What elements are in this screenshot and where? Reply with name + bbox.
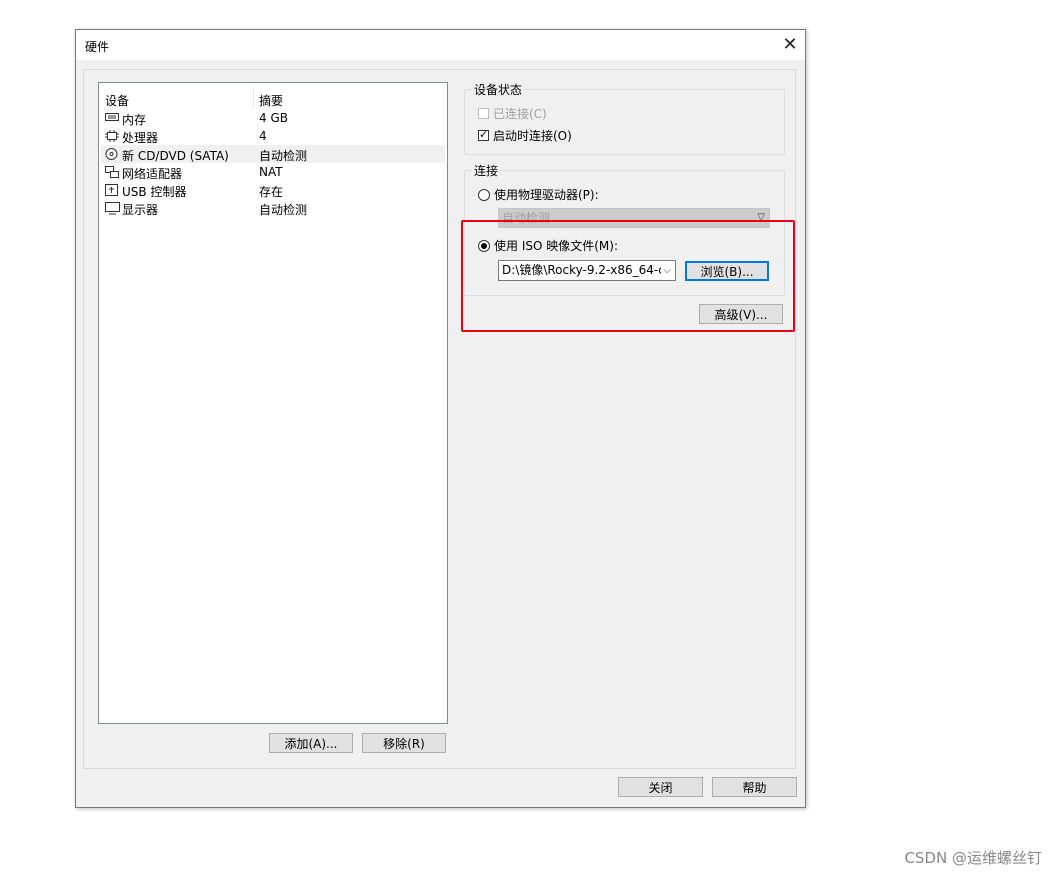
title-bar: 硬件 ✕ <box>76 30 805 60</box>
display-icon <box>105 202 120 215</box>
connected-label: 已连接(C) <box>493 107 547 121</box>
checkmark-icon: ✓ <box>479 128 489 141</box>
physical-drive-label: 使用物理驱动器(P): <box>494 188 599 202</box>
help-button-label: 帮助 <box>742 781 767 795</box>
connect-at-power-on-box[interactable]: ✓ <box>478 128 489 141</box>
connected-checkbox-box[interactable] <box>478 108 489 119</box>
processor-icon <box>105 130 119 142</box>
column-separator <box>253 87 254 107</box>
connected-checkbox[interactable]: 已连接(C) <box>478 105 547 122</box>
column-header-summary[interactable]: 摘要 <box>259 92 283 109</box>
device-summary: 自动检测 <box>259 149 308 163</box>
highlight-annotation-box <box>461 220 795 332</box>
add-button-label: 添加(A)... <box>284 737 338 751</box>
device-row-cd-dvd[interactable]: 新 CD/DVD (SATA) 自动检测 <box>101 145 445 163</box>
device-list[interactable]: 设备 摘要 内存 4 GB 处理器 4 新 CD/DVD (SATA) 自动检测… <box>98 82 448 724</box>
device-name: 处理器 <box>122 131 159 145</box>
device-status-group: 设备状态 已连接(C) ✓ 启动时连接(O) <box>464 81 785 155</box>
device-row-display[interactable]: 显示器 自动检测 <box>101 199 445 217</box>
close-icon[interactable]: ✕ <box>775 30 805 60</box>
close-button-label: 关闭 <box>648 781 673 795</box>
connect-at-power-on-checkbox[interactable]: ✓ 启动时连接(O) <box>478 127 572 144</box>
help-button[interactable]: 帮助 <box>712 777 797 797</box>
connection-label: 连接 <box>472 162 501 179</box>
physical-drive-radio[interactable]: 使用物理驱动器(P): <box>478 186 599 203</box>
device-name: USB 控制器 <box>122 185 187 199</box>
device-name: 新 CD/DVD (SATA) <box>122 149 229 163</box>
usb-controller-icon <box>105 184 119 196</box>
column-header-device[interactable]: 设备 <box>105 92 129 109</box>
device-summary: 4 GB <box>259 111 288 125</box>
connect-at-power-on-label: 启动时连接(O) <box>493 129 572 143</box>
device-row-usb-controller[interactable]: USB 控制器 存在 <box>101 181 445 199</box>
device-row-memory[interactable]: 内存 4 GB <box>101 109 445 127</box>
device-summary: 自动检测 <box>259 203 308 217</box>
hardware-dialog: 硬件 ✕ 设备 摘要 内存 4 GB 处理器 4 新 CD/DVD (SATA)… <box>75 29 806 808</box>
device-name: 显示器 <box>122 203 159 217</box>
device-summary: 4 <box>259 129 267 143</box>
cd-dvd-icon <box>105 148 119 160</box>
memory-icon <box>105 112 119 123</box>
watermark: CSDN @运维螺丝钉 <box>904 849 1042 867</box>
device-status-label: 设备状态 <box>472 81 525 98</box>
remove-button[interactable]: 移除(R) <box>362 733 446 753</box>
device-name: 内存 <box>122 113 147 127</box>
device-summary: NAT <box>259 165 283 179</box>
window-title: 硬件 <box>85 40 110 54</box>
hardware-panel: 设备 摘要 内存 4 GB 处理器 4 新 CD/DVD (SATA) 自动检测… <box>83 69 796 769</box>
remove-button-label: 移除(R) <box>383 737 425 751</box>
physical-drive-radio-circle[interactable] <box>478 188 490 201</box>
network-adapter-icon <box>105 166 119 178</box>
close-button[interactable]: 关闭 <box>618 777 703 797</box>
add-button[interactable]: 添加(A)... <box>269 733 353 753</box>
device-row-processor[interactable]: 处理器 4 <box>101 127 445 145</box>
device-summary: 存在 <box>259 185 284 199</box>
device-row-network-adapter[interactable]: 网络适配器 NAT <box>101 163 445 181</box>
device-name: 网络适配器 <box>122 167 183 181</box>
